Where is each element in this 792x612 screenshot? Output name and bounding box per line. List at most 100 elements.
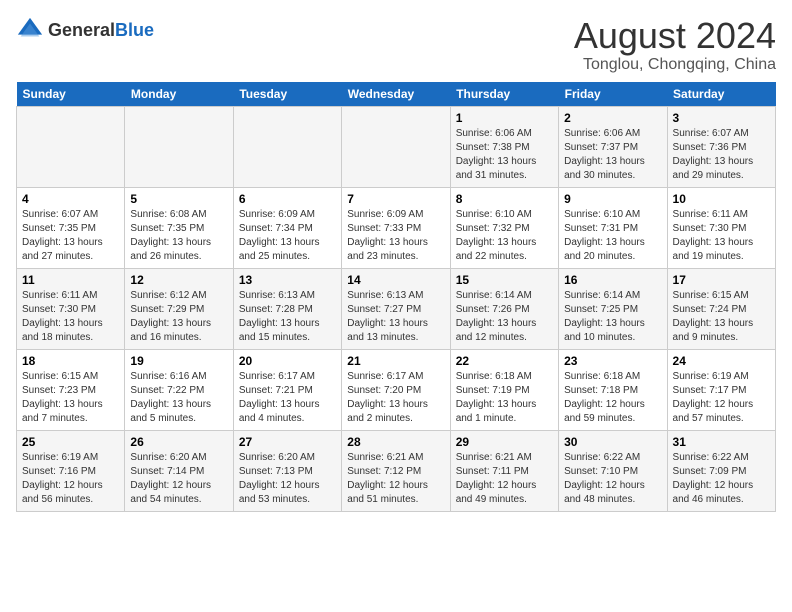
- day-info: Sunrise: 6:13 AMSunset: 7:28 PMDaylight:…: [239, 289, 336, 345]
- day-info: Sunrise: 6:10 AMSunset: 7:32 PMDaylight:…: [456, 208, 553, 264]
- calendar-cell: 26Sunrise: 6:20 AMSunset: 7:14 PMDayligh…: [125, 430, 233, 511]
- calendar-cell: 20Sunrise: 6:17 AMSunset: 7:21 PMDayligh…: [233, 349, 341, 430]
- calendar-cell: 30Sunrise: 6:22 AMSunset: 7:10 PMDayligh…: [559, 430, 667, 511]
- day-info: Sunrise: 6:06 AMSunset: 7:38 PMDaylight:…: [456, 127, 553, 183]
- calendar-cell: [342, 106, 450, 187]
- day-info: Sunrise: 6:21 AMSunset: 7:11 PMDaylight:…: [456, 451, 553, 507]
- calendar-cell: [17, 106, 125, 187]
- day-info: Sunrise: 6:12 AMSunset: 7:29 PMDaylight:…: [130, 289, 227, 345]
- day-info: Sunrise: 6:07 AMSunset: 7:35 PMDaylight:…: [22, 208, 119, 264]
- calendar-cell: 16 Sunrise: 6:14 AMSunset: 7:25 PMDayligh…: [559, 268, 667, 349]
- day-info: Sunrise: 6:10 AMSunset: 7:31 PMDaylight:…: [564, 208, 661, 264]
- calendar-cell: 27Sunrise: 6:20 AMSunset: 7:13 PMDayligh…: [233, 430, 341, 511]
- day-number: 2: [564, 111, 661, 125]
- header-monday: Monday: [125, 82, 233, 107]
- calendar-cell: 29 Sunrise: 6:21 AMSunset: 7:11 PMDayligh…: [450, 430, 558, 511]
- calendar-cell: [233, 106, 341, 187]
- calendar-cell: 5 Sunrise: 6:08 AMSunset: 7:35 PMDaylight…: [125, 187, 233, 268]
- calendar-cell: 25 Sunrise: 6:19 AMSunset: 7:16 PMDayligh…: [17, 430, 125, 511]
- calendar-cell: [125, 106, 233, 187]
- calendar-cell: 24Sunrise: 6:19 AMSunset: 7:17 PMDayligh…: [667, 349, 775, 430]
- calendar-week-4: 25 Sunrise: 6:19 AMSunset: 7:16 PMDayligh…: [17, 430, 776, 511]
- day-info: Sunrise: 6:18 AMSunset: 7:19 PMDaylight:…: [456, 370, 553, 426]
- day-info: Sunrise: 6:15 AMSunset: 7:24 PMDaylight:…: [673, 289, 770, 345]
- header-tuesday: Tuesday: [233, 82, 341, 107]
- day-number: 18: [22, 354, 119, 368]
- title-block: August 2024 Tonglou, Chongqing, China: [574, 16, 776, 74]
- calendar-cell: 12 Sunrise: 6:12 AMSunset: 7:29 PMDayligh…: [125, 268, 233, 349]
- calendar-cell: 4 Sunrise: 6:07 AMSunset: 7:35 PMDaylight…: [17, 187, 125, 268]
- day-number: 12: [130, 273, 227, 287]
- calendar-cell: 2 Sunrise: 6:06 AMSunset: 7:37 PMDaylight…: [559, 106, 667, 187]
- calendar-cell: 15 Sunrise: 6:14 AMSunset: 7:26 PMDayligh…: [450, 268, 558, 349]
- day-number: 8: [456, 192, 553, 206]
- calendar-cell: 17Sunrise: 6:15 AMSunset: 7:24 PMDayligh…: [667, 268, 775, 349]
- calendar-cell: 31Sunrise: 6:22 AMSunset: 7:09 PMDayligh…: [667, 430, 775, 511]
- logo-icon: [16, 16, 44, 44]
- day-number: 14: [347, 273, 444, 287]
- calendar-cell: 21 Sunrise: 6:17 AMSunset: 7:20 PMDayligh…: [342, 349, 450, 430]
- day-info: Sunrise: 6:09 AMSunset: 7:33 PMDaylight:…: [347, 208, 444, 264]
- day-number: 15: [456, 273, 553, 287]
- calendar-cell: 10 Sunrise: 6:11 AMSunset: 7:30 PMDayligh…: [667, 187, 775, 268]
- day-info: Sunrise: 6:17 AMSunset: 7:21 PMDaylight:…: [239, 370, 336, 426]
- day-number: 28: [347, 435, 444, 449]
- page-title: August 2024: [574, 16, 776, 56]
- logo-blue: Blue: [115, 20, 154, 40]
- day-number: 5: [130, 192, 227, 206]
- day-info: Sunrise: 6:15 AMSunset: 7:23 PMDaylight:…: [22, 370, 119, 426]
- calendar-cell: 8 Sunrise: 6:10 AMSunset: 7:32 PMDaylight…: [450, 187, 558, 268]
- logo: GeneralBlue: [16, 16, 154, 44]
- day-number: 13: [239, 273, 336, 287]
- day-info: Sunrise: 6:07 AMSunset: 7:36 PMDaylight:…: [673, 127, 770, 183]
- day-number: 27: [239, 435, 336, 449]
- calendar-body: 1 Sunrise: 6:06 AMSunset: 7:38 PMDaylight…: [17, 106, 776, 511]
- day-number: 7: [347, 192, 444, 206]
- day-number: 16: [564, 273, 661, 287]
- calendar-cell: 22Sunrise: 6:18 AMSunset: 7:19 PMDayligh…: [450, 349, 558, 430]
- day-info: Sunrise: 6:19 AMSunset: 7:17 PMDaylight:…: [673, 370, 770, 426]
- day-number: 25: [22, 435, 119, 449]
- day-number: 3: [673, 111, 770, 125]
- day-number: 19: [130, 354, 227, 368]
- day-number: 4: [22, 192, 119, 206]
- calendar-cell: 19 Sunrise: 6:16 AMSunset: 7:22 PMDayligh…: [125, 349, 233, 430]
- day-info: Sunrise: 6:11 AMSunset: 7:30 PMDaylight:…: [673, 208, 770, 264]
- day-info: Sunrise: 6:16 AMSunset: 7:22 PMDaylight:…: [130, 370, 227, 426]
- day-info: Sunrise: 6:06 AMSunset: 7:37 PMDaylight:…: [564, 127, 661, 183]
- header-thursday: Thursday: [450, 82, 558, 107]
- calendar-cell: 6 Sunrise: 6:09 AMSunset: 7:34 PMDaylight…: [233, 187, 341, 268]
- calendar-cell: 1 Sunrise: 6:06 AMSunset: 7:38 PMDaylight…: [450, 106, 558, 187]
- day-number: 1: [456, 111, 553, 125]
- calendar-cell: 23Sunrise: 6:18 AMSunset: 7:18 PMDayligh…: [559, 349, 667, 430]
- header-wednesday: Wednesday: [342, 82, 450, 107]
- day-info: Sunrise: 6:08 AMSunset: 7:35 PMDaylight:…: [130, 208, 227, 264]
- header-sunday: Sunday: [17, 82, 125, 107]
- header-saturday: Saturday: [667, 82, 775, 107]
- calendar-week-3: 18 Sunrise: 6:15 AMSunset: 7:23 PMDayligh…: [17, 349, 776, 430]
- calendar-table: SundayMondayTuesdayWednesdayThursdayFrid…: [16, 82, 776, 512]
- day-info: Sunrise: 6:09 AMSunset: 7:34 PMDaylight:…: [239, 208, 336, 264]
- page-subtitle: Tonglou, Chongqing, China: [574, 56, 776, 74]
- calendar-week-2: 11Sunrise: 6:11 AMSunset: 7:30 PMDayligh…: [17, 268, 776, 349]
- day-number: 23: [564, 354, 661, 368]
- calendar-week-0: 1 Sunrise: 6:06 AMSunset: 7:38 PMDaylight…: [17, 106, 776, 187]
- header-friday: Friday: [559, 82, 667, 107]
- calendar-cell: 18 Sunrise: 6:15 AMSunset: 7:23 PMDayligh…: [17, 349, 125, 430]
- day-number: 21: [347, 354, 444, 368]
- calendar-cell: 13 Sunrise: 6:13 AMSunset: 7:28 PMDayligh…: [233, 268, 341, 349]
- day-number: 31: [673, 435, 770, 449]
- day-info: Sunrise: 6:14 AMSunset: 7:26 PMDaylight:…: [456, 289, 553, 345]
- day-number: 9: [564, 192, 661, 206]
- day-number: 6: [239, 192, 336, 206]
- day-info: Sunrise: 6:19 AMSunset: 7:16 PMDaylight:…: [22, 451, 119, 507]
- day-info: Sunrise: 6:22 AMSunset: 7:10 PMDaylight:…: [564, 451, 661, 507]
- day-info: Sunrise: 6:14 AMSunset: 7:25 PMDaylight:…: [564, 289, 661, 345]
- day-number: 26: [130, 435, 227, 449]
- day-info: Sunrise: 6:17 AMSunset: 7:20 PMDaylight:…: [347, 370, 444, 426]
- calendar-cell: 9 Sunrise: 6:10 AMSunset: 7:31 PMDaylight…: [559, 187, 667, 268]
- calendar-cell: 3 Sunrise: 6:07 AMSunset: 7:36 PMDaylight…: [667, 106, 775, 187]
- day-number: 10: [673, 192, 770, 206]
- calendar-week-1: 4 Sunrise: 6:07 AMSunset: 7:35 PMDaylight…: [17, 187, 776, 268]
- day-number: 29: [456, 435, 553, 449]
